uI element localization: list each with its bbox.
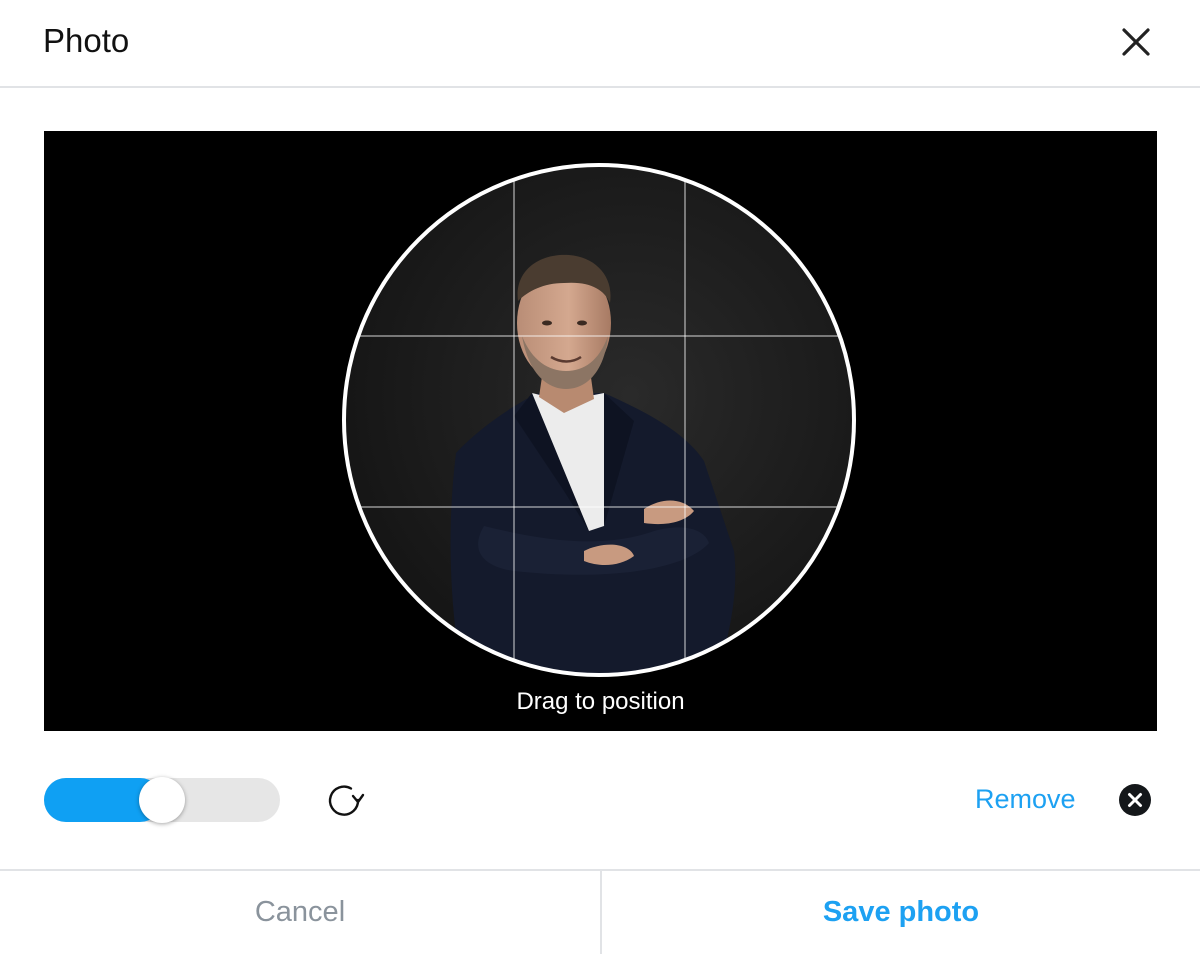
dialog-footer: Cancel Save photo <box>0 869 1200 954</box>
photo-preview <box>342 163 856 677</box>
remove-photo-button[interactable] <box>1118 783 1152 817</box>
rotate-icon <box>328 785 365 816</box>
close-button[interactable] <box>1114 20 1158 64</box>
close-icon <box>1122 28 1150 56</box>
remove-circle-icon <box>1119 784 1151 816</box>
drag-hint: Drag to position <box>516 688 685 715</box>
photo-controls: Remove <box>0 760 1200 840</box>
dialog-header: Photo <box>0 0 1200 88</box>
cancel-button[interactable]: Cancel <box>0 871 600 954</box>
zoom-slider[interactable] <box>44 777 280 823</box>
save-photo-button[interactable]: Save photo <box>602 871 1200 954</box>
rotate-button[interactable] <box>322 778 368 824</box>
remove-photo-link[interactable]: Remove <box>975 784 1076 815</box>
dialog-title: Photo <box>43 22 130 59</box>
photo-crop-area[interactable]: Drag to position <box>44 131 1157 731</box>
portrait-photo <box>344 165 854 675</box>
zoom-slider-thumb[interactable] <box>139 777 185 823</box>
